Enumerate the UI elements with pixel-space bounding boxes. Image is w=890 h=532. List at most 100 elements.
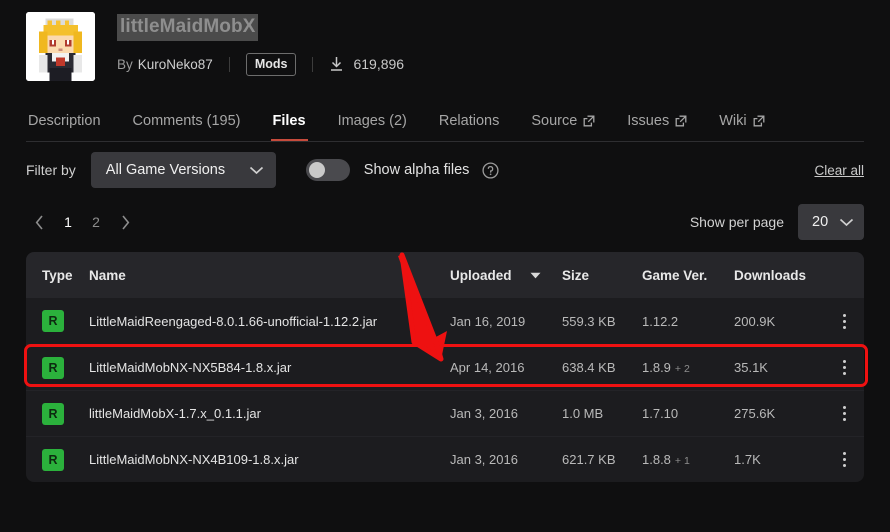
author-by-label: By (117, 56, 133, 72)
file-downloads-cell: 1.7K (734, 452, 761, 467)
file-downloads-cell: 200.9K (734, 313, 776, 329)
file-name-cell: LittleMaidReengaged-8.0.1.66-unofficial-… (88, 314, 450, 329)
tab-source[interactable]: Source (529, 113, 597, 141)
tab-issues[interactable]: Issues (625, 113, 689, 141)
table-row[interactable]: R LittleMaidMobNX-NX4B109-1.8.x.jar Jan 3,… (26, 436, 864, 482)
file-name-link[interactable]: LittleMaidReengaged-8.0.1.66-unofficial-… (89, 314, 377, 329)
file-name-link[interactable]: LittleMaidMobNX-NX4B109-1.8.x.jar (89, 452, 299, 467)
game-version-extra-count: + 2 (674, 363, 690, 375)
file-name-cell: LittleMaidMobNX-NX5B84-1.8.x.jar (88, 360, 450, 375)
file-uploaded-cell: Jan 3, 2016 (450, 406, 562, 421)
file-game-version: 1.12.2 (642, 313, 679, 329)
downloads-group: 619,896 (329, 56, 404, 72)
toggle-knob (308, 162, 325, 178)
project-meta: littleMaidMobX By KuroNeko87 Mods 619,89… (117, 12, 404, 76)
file-type-cell: R (26, 402, 88, 425)
download-icon (329, 56, 344, 72)
tab-files[interactable]: Files (270, 113, 308, 141)
external-link-icon (583, 115, 595, 127)
chevron-down-icon (249, 166, 264, 175)
file-game-version: 1.8.8 (642, 452, 671, 467)
tab-label: Description (28, 113, 101, 129)
file-name-cell: littleMaidMobX-1.7.x_0.1.1.jar (88, 406, 450, 421)
files-table: Type Name Uploaded Size Game Ver. Downlo… (26, 252, 864, 482)
column-header-size[interactable]: Size (562, 268, 642, 283)
column-header-name[interactable]: Name (88, 268, 450, 283)
kebab-menu-icon[interactable] (839, 402, 850, 425)
per-page-select[interactable]: 20 (798, 204, 864, 240)
game-version-select-value: All Game Versions (105, 162, 226, 178)
page-number-2[interactable]: 2 (84, 209, 108, 235)
chevron-right-icon[interactable] (112, 209, 138, 235)
file-game-version-cell: 1.8.8 + 1 (642, 452, 734, 467)
tab-label: Issues (627, 113, 670, 129)
file-uploaded-cell: Jan 16, 2019 (450, 314, 562, 329)
tab-wiki[interactable]: Wiki (717, 113, 766, 141)
show-per-page-label: Show per page (689, 214, 784, 230)
filter-by-label: Filter by (26, 162, 76, 178)
tab-label: Wiki (719, 113, 747, 129)
column-header-uploaded-label: Uploaded (450, 267, 512, 283)
file-game-version: 1.7.10 (642, 406, 679, 421)
column-header-type[interactable]: Type (26, 268, 88, 283)
game-version-extra-count: + 1 (674, 455, 690, 467)
chevron-down-icon (839, 218, 854, 227)
tab-label: Images (2) (337, 113, 407, 129)
row-actions-cell (824, 356, 864, 379)
clear-all-link[interactable]: Clear all (814, 163, 864, 178)
release-type-badge: R (42, 356, 64, 379)
project-subinfo: By KuroNeko87 Mods 619,896 (117, 52, 404, 76)
file-downloads-cell: 275.6K (734, 406, 776, 421)
page-title: littleMaidMobX (117, 14, 259, 41)
page-number-1[interactable]: 1 (56, 209, 80, 235)
chevron-left-icon[interactable] (26, 209, 52, 235)
file-game-version-cell: 1.7.10 (642, 406, 734, 421)
tab-comments-195[interactable]: Comments (195) (131, 113, 243, 141)
show-alpha-files-label: Show alpha files (363, 162, 470, 178)
column-header-downloads[interactable]: Downloads (734, 268, 824, 283)
file-size-cell: 621.7 KB (562, 452, 616, 467)
file-game-version-cell: 1.8.9 + 2 (642, 360, 734, 375)
tab-description[interactable]: Description (26, 113, 103, 141)
minecraft-maid-avatar (26, 12, 95, 81)
table-header-row: Type Name Uploaded Size Game Ver. Downlo… (26, 252, 864, 298)
file-size-cell: 559.3 KB (562, 313, 616, 329)
game-version-select[interactable]: All Game Versions (90, 152, 276, 188)
project-thumbnail[interactable] (26, 12, 95, 81)
table-row[interactable]: RlittleMaidMobX-1.7.x_0.1.1.jar Jan 3, 20… (26, 390, 864, 436)
kebab-menu-icon[interactable] (839, 310, 850, 333)
file-uploaded-date: Jan 16, 2019 (450, 313, 526, 329)
category-badge[interactable]: Mods (245, 52, 297, 76)
per-page-value: 20 (812, 214, 829, 230)
release-type-badge: R (42, 402, 64, 425)
kebab-menu-icon[interactable] (839, 356, 850, 379)
file-name-link[interactable]: LittleMaidMobNX-NX5B84-1.8.x.jar (89, 360, 291, 375)
separator (228, 56, 230, 72)
separator (312, 56, 314, 72)
table-body: R LittleMaidReengaged-8.0.1.66-unofficial… (26, 298, 864, 482)
pagination-row: 1 2 Show per page 20 (0, 198, 890, 246)
file-uploaded-cell: Jan 3, 2016 (450, 452, 562, 467)
author-name[interactable]: KuroNeko87 (138, 57, 213, 72)
file-name-link[interactable]: littleMaidMobX-1.7.x_0.1.1.jar (89, 406, 261, 421)
tab-images-2[interactable]: Images (2) (336, 113, 409, 141)
tab-label: Comments (195) (132, 113, 241, 129)
column-header-game-ver[interactable]: Game Ver. (642, 268, 734, 283)
release-type-badge: R (42, 448, 64, 471)
file-type-cell: R (26, 310, 88, 332)
file-uploaded-date: Jan 3, 2016 (450, 406, 518, 421)
row-actions-cell (824, 402, 864, 425)
kebab-menu-icon[interactable] (839, 448, 850, 471)
file-uploaded-date: Apr 14, 2016 (450, 360, 525, 375)
show-alpha-files-toggle[interactable] (305, 159, 350, 181)
tab-relations[interactable]: Relations (437, 113, 501, 141)
column-header-uploaded[interactable]: Uploaded (450, 268, 562, 283)
question-circle-icon[interactable] (482, 161, 499, 179)
file-size-cell: 638.4 KB (562, 360, 616, 375)
table-row[interactable]: R LittleMaidReengaged-8.0.1.66-unofficial… (26, 298, 864, 344)
file-game-version-cell: 1.12.2 (642, 314, 734, 329)
external-link-icon (753, 115, 765, 127)
file-type-cell: R (26, 448, 88, 471)
tab-label: Source (531, 113, 578, 129)
table-row[interactable]: R LittleMaidMobNX-NX5B84-1.8.x.jar Apr 14,… (26, 344, 864, 390)
